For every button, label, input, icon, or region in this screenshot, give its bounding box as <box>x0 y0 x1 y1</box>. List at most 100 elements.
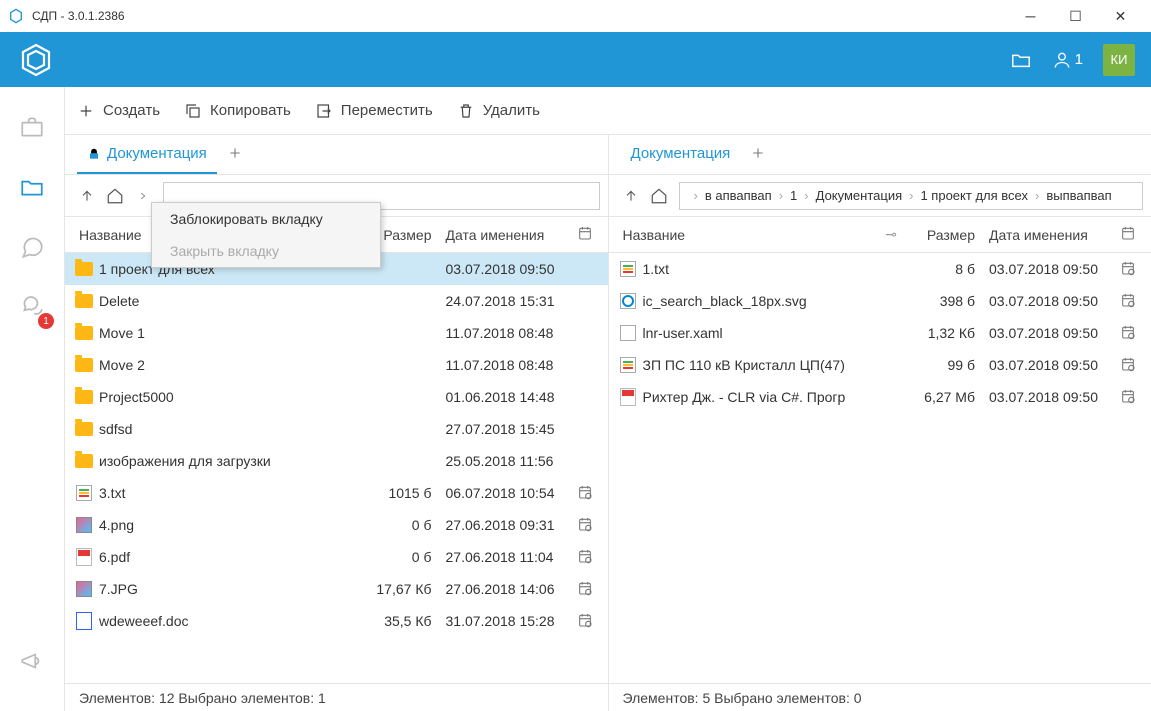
file-row[interactable]: sdfsd27.07.2018 15:45 <box>65 413 608 445</box>
doc-file-icon <box>76 612 92 630</box>
file-row[interactable]: 6.pdf0 б27.06.2018 11:04 <box>65 541 608 573</box>
app-logo-icon <box>16 40 56 80</box>
file-size: 17,67 Кб <box>365 581 440 597</box>
col-pin-icon[interactable]: ⊸ <box>874 226 908 243</box>
breadcrumb-item[interactable]: Документация <box>816 188 903 203</box>
user-avatar[interactable]: КИ <box>1103 44 1135 76</box>
file-date: 03.07.2018 09:50 <box>983 389 1113 405</box>
file-date: 11.07.2018 08:48 <box>440 357 570 373</box>
window-minimize-button[interactable]: ─ <box>1008 1 1053 31</box>
sidebar-announce[interactable] <box>12 641 52 681</box>
window-close-button[interactable]: ✕ <box>1098 1 1143 31</box>
col-name-header[interactable]: Название <box>617 227 875 243</box>
file-row[interactable]: 1.txt8 б03.07.2018 09:50 <box>609 253 1151 285</box>
context-lock-tab[interactable]: Заблокировать вкладку <box>152 203 380 235</box>
col-date-header[interactable]: Дата именения <box>983 227 1113 243</box>
file-row[interactable]: ic_search_black_18px.svg398 б03.07.2018 … <box>609 285 1151 317</box>
file-size: 35,5 Кб <box>365 613 440 629</box>
left-nav-up[interactable] <box>73 182 101 210</box>
create-button[interactable]: Создать <box>77 102 160 120</box>
folder-shortcut-button[interactable] <box>1010 49 1032 71</box>
file-row[interactable]: Move 111.07.2018 08:48 <box>65 317 608 349</box>
file-row[interactable]: wdeweeef.doc35,5 Кб31.07.2018 15:28 <box>65 605 608 637</box>
file-row[interactable]: ЗП ПС 110 кВ Кристалл ЦП(47)99 б03.07.20… <box>609 349 1151 381</box>
col-cal-icon[interactable] <box>1113 225 1143 244</box>
file-date: 03.07.2018 09:50 <box>983 261 1113 277</box>
breadcrumb-item[interactable]: в апвапвап <box>705 188 772 203</box>
file-row[interactable]: Delete24.07.2018 15:31 <box>65 285 608 317</box>
right-column-header: Название ⊸ Размер Дата именения <box>609 217 1151 253</box>
file-date: 27.06.2018 09:31 <box>440 517 570 533</box>
left-status-bar: Элементов: 12 Выбрано элементов: 1 <box>65 683 608 711</box>
file-name: 1.txt <box>639 261 909 277</box>
file-date: 27.07.2018 15:45 <box>440 421 570 437</box>
folder-icon <box>75 454 93 468</box>
folder-icon <box>75 262 93 276</box>
calendar-icon <box>1120 356 1136 372</box>
main-toolbar: Создать Копировать Переместить Удалить <box>65 87 1151 135</box>
file-date: 03.07.2018 09:50 <box>983 293 1113 309</box>
move-button[interactable]: Переместить <box>315 102 433 120</box>
right-tab-documents[interactable]: Документация <box>621 135 741 174</box>
sidebar-chat[interactable] <box>12 227 52 267</box>
breadcrumb-item[interactable]: 1 <box>790 188 797 203</box>
calendar-icon <box>577 612 593 628</box>
file-name: wdeweeef.doc <box>95 613 365 629</box>
right-status-bar: Элементов: 5 Выбрано элементов: 0 <box>609 683 1151 711</box>
file-row[interactable]: Рихтер Дж. - CLR via C#. Прогр6,27 Мб03.… <box>609 381 1151 413</box>
tab-context-menu: Заблокировать вкладку Закрыть вкладку <box>151 202 381 268</box>
left-tab-add[interactable] <box>227 145 243 164</box>
sidebar-chats[interactable]: 1 <box>12 287 52 327</box>
txt-file-icon <box>76 485 92 501</box>
calendar-icon <box>577 516 593 532</box>
breadcrumb-item[interactable]: 1 проект для всех <box>920 188 1028 203</box>
user-count-label: 1 <box>1075 51 1083 68</box>
right-tab-add[interactable] <box>750 145 766 164</box>
file-size: 1015 б <box>365 485 440 501</box>
file-row[interactable]: 7.JPG17,67 Кб27.06.2018 14:06 <box>65 573 608 605</box>
file-name: 4.png <box>95 517 365 533</box>
file-row[interactable]: 4.png0 б27.06.2018 09:31 <box>65 509 608 541</box>
sidebar-files[interactable] <box>12 167 52 207</box>
left-tab-documents[interactable]: Документация <box>77 135 217 174</box>
calendar-icon <box>577 580 593 596</box>
file-date: 03.07.2018 09:50 <box>983 357 1113 373</box>
col-size-header[interactable]: Размер <box>908 227 983 243</box>
right-nav-row: ›в апвапвап›1›Документация›1 проект для … <box>609 175 1151 217</box>
image-file-icon <box>76 581 92 597</box>
file-date: 24.07.2018 15:31 <box>440 293 570 309</box>
folder-icon <box>75 422 93 436</box>
delete-button[interactable]: Удалить <box>457 102 540 120</box>
breadcrumb-item[interactable]: выпвапвап <box>1046 188 1111 203</box>
right-nav-home[interactable] <box>645 182 673 210</box>
file-size: 8 б <box>908 261 983 277</box>
file-name: ic_search_black_18px.svg <box>639 293 909 309</box>
window-maximize-button[interactable]: ☐ <box>1053 1 1098 31</box>
file-name: изображения для загрузки <box>95 453 365 469</box>
file-date: 31.07.2018 15:28 <box>440 613 570 629</box>
file-row[interactable]: Move 211.07.2018 08:48 <box>65 349 608 381</box>
col-date-header[interactable]: Дата именения <box>440 227 570 243</box>
sidebar-briefcase[interactable] <box>12 107 52 147</box>
xaml-file-icon <box>620 325 636 341</box>
copy-button[interactable]: Копировать <box>184 102 291 120</box>
file-date: 27.06.2018 14:06 <box>440 581 570 597</box>
context-close-tab: Закрыть вкладку <box>152 235 380 267</box>
right-nav-up[interactable] <box>617 182 645 210</box>
left-file-list: 1 проект для всех03.07.2018 09:50Delete2… <box>65 253 608 683</box>
folder-icon <box>75 326 93 340</box>
user-count-button[interactable]: 1 <box>1052 50 1083 70</box>
right-tabbar: Документация <box>609 135 1151 175</box>
file-row[interactable]: 3.txt1015 б06.07.2018 10:54 <box>65 477 608 509</box>
file-row[interactable]: lnr-user.xaml1,32 Кб03.07.2018 09:50 <box>609 317 1151 349</box>
app-header: 1 КИ <box>0 32 1151 87</box>
col-cal-icon[interactable] <box>570 225 600 244</box>
file-row[interactable]: Project500001.06.2018 14:48 <box>65 381 608 413</box>
file-name: 3.txt <box>95 485 365 501</box>
right-breadcrumbs[interactable]: ›в апвапвап›1›Документация›1 проект для … <box>679 182 1144 210</box>
file-name: Project5000 <box>95 389 365 405</box>
left-nav-home[interactable] <box>101 182 129 210</box>
file-date: 11.07.2018 08:48 <box>440 325 570 341</box>
file-row[interactable]: изображения для загрузки25.05.2018 11:56 <box>65 445 608 477</box>
file-name: ЗП ПС 110 кВ Кристалл ЦП(47) <box>639 357 909 373</box>
